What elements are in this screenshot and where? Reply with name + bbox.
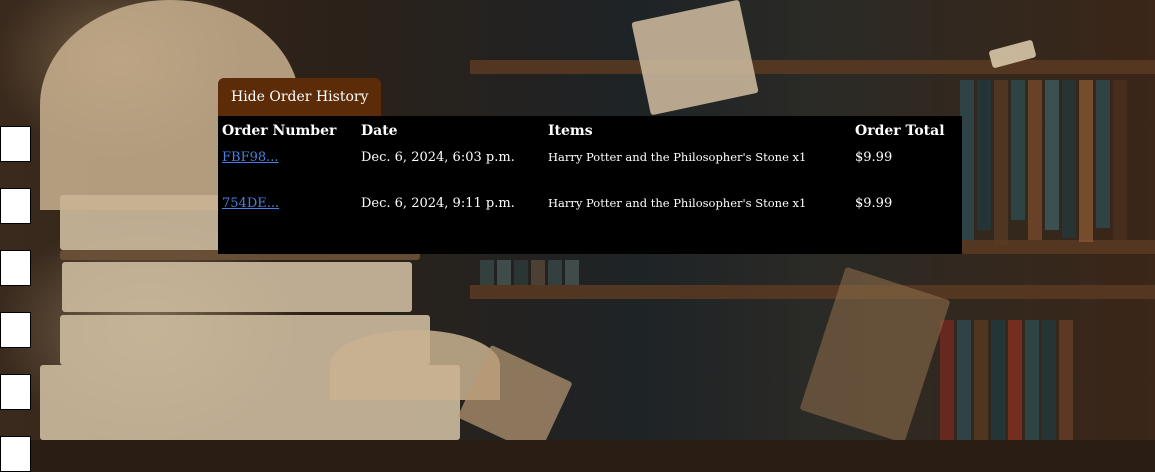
side-checkbox[interactable] — [0, 312, 31, 348]
column-header-order-total: Order Total — [855, 123, 945, 139]
side-checkbox[interactable] — [0, 436, 31, 472]
column-header-order-number: Order Number — [222, 123, 337, 139]
side-checkbox[interactable] — [0, 188, 31, 224]
side-checkbox[interactable] — [0, 374, 31, 410]
order-items-cell: Harry Potter and the Philosopher's Stone… — [548, 150, 807, 164]
hide-order-history-button[interactable]: Hide Order History — [218, 78, 382, 116]
order-items-cell: Harry Potter and the Philosopher's Stone… — [548, 196, 807, 210]
side-checkbox[interactable] — [0, 126, 31, 162]
order-history-panel: Order Number Date Items Order Total FBF9… — [218, 116, 962, 254]
order-number-link[interactable]: 754DE... — [222, 196, 279, 211]
table-row: 754DE... Dec. 6, 2024, 9:11 p.m. Harry P… — [218, 190, 962, 236]
column-header-date: Date — [361, 123, 398, 139]
order-total-cell: $9.99 — [855, 150, 893, 165]
order-number-cell: 754DE... — [218, 190, 357, 236]
order-number-link[interactable]: FBF98... — [222, 150, 279, 165]
table-header-row: Order Number Date Items Order Total — [218, 116, 962, 144]
order-date-cell: Dec. 6, 2024, 9:11 p.m. — [361, 196, 515, 211]
order-number-cell: FBF98... — [218, 144, 357, 190]
order-history-table: Order Number Date Items Order Total FBF9… — [218, 116, 962, 236]
order-date-cell: Dec. 6, 2024, 6:03 p.m. — [361, 150, 515, 165]
order-total-cell: $9.99 — [855, 196, 893, 211]
column-header-items: Items — [548, 123, 593, 139]
side-checkbox[interactable] — [0, 250, 31, 286]
table-row: FBF98... Dec. 6, 2024, 6:03 p.m. Harry P… — [218, 144, 962, 190]
